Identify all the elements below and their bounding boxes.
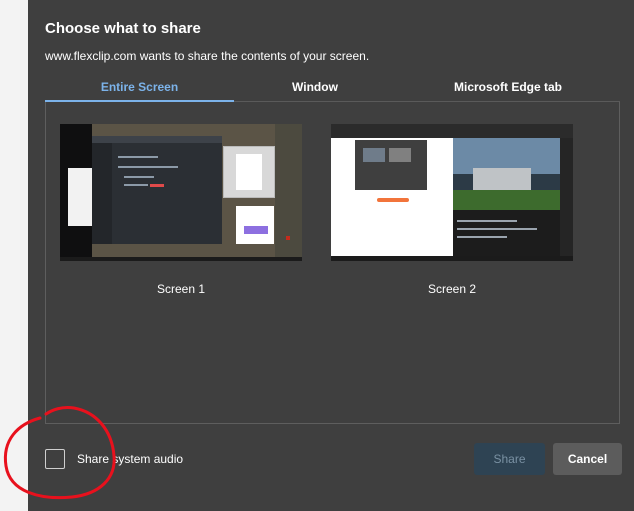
screen-1-thumbnail[interactable]	[60, 124, 302, 261]
thumb-purple-banner	[244, 226, 268, 234]
thumb-popup-content	[236, 154, 262, 190]
thumb-code-line	[118, 166, 178, 168]
screen-1-label: Screen 1	[156, 282, 206, 296]
thumb-taskbar	[331, 256, 573, 261]
thumb-document	[68, 168, 92, 226]
thumb-editor-sidebar	[92, 143, 112, 244]
thumb-text-line	[457, 220, 517, 222]
thumb-video-grass	[453, 190, 560, 210]
share-audio-label[interactable]: Share system audio	[77, 452, 183, 466]
thumb-highlight	[150, 184, 164, 187]
screen-option-2[interactable]: Screen 2	[331, 124, 573, 296]
thumb-taskbar	[60, 257, 302, 261]
thumb-code-line	[124, 176, 154, 178]
dialog-title: Choose what to share	[45, 20, 201, 37]
thumb-code-line	[124, 184, 148, 186]
dialog-subtitle: www.flexclip.com wants to share the cont…	[45, 49, 370, 63]
thumb-browser-toolbar	[331, 124, 573, 138]
thumb-editor-titlebar	[92, 136, 222, 143]
thumb-card-window	[236, 206, 274, 244]
screen-option-1[interactable]: Screen 1	[60, 124, 302, 296]
thumb-orange-button	[377, 198, 409, 202]
tab-edge-tab[interactable]: Microsoft Edge tab	[396, 78, 620, 101]
share-screen-dialog: Choose what to share www.flexclip.com wa…	[28, 0, 634, 511]
thumb-video-building	[473, 168, 531, 192]
background-window-edge	[0, 0, 28, 511]
tab-entire-screen[interactable]: Entire Screen	[45, 78, 234, 102]
screens-panel: Screen 1 Screen 2	[45, 102, 620, 424]
cancel-button[interactable]: Cancel	[553, 443, 622, 475]
thumb-dialog-preview	[363, 148, 385, 162]
share-audio-checkbox[interactable]	[45, 449, 65, 469]
thumb-text-line	[457, 228, 537, 230]
screen-2-label: Screen 2	[427, 282, 477, 296]
screen-2-thumbnail[interactable]	[331, 124, 573, 261]
tab-window[interactable]: Window	[234, 78, 396, 101]
share-source-tabs: Entire Screen Window Microsoft Edge tab	[45, 78, 620, 102]
share-button[interactable]: Share	[474, 443, 545, 475]
thumb-red-icon	[286, 236, 290, 240]
thumb-text-line	[457, 236, 507, 238]
thumb-video-info	[453, 210, 560, 256]
thumb-dialog-preview	[389, 148, 411, 162]
thumb-code-line	[118, 156, 158, 158]
thumb-browser-sidebar	[560, 138, 573, 256]
